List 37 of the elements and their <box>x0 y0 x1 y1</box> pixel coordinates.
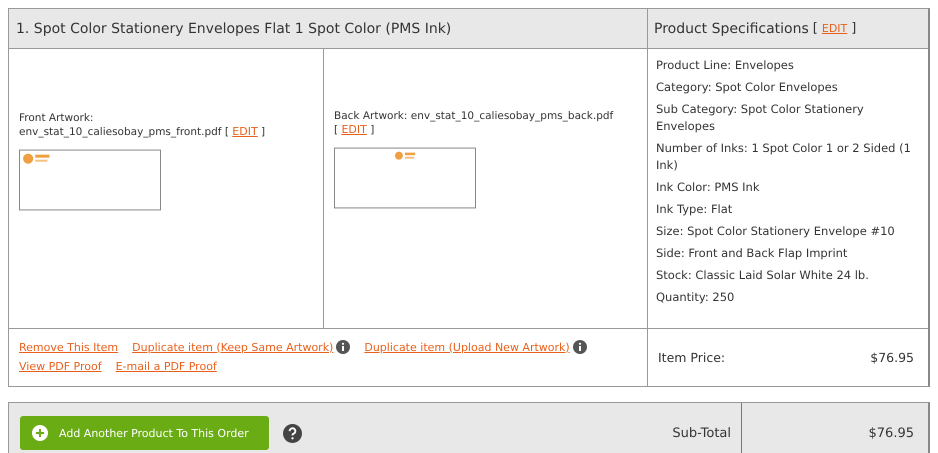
action-link[interactable]: E-mail a PDF Proof <box>116 360 217 373</box>
subtotal-label: Sub-Total <box>672 426 731 440</box>
price-label: Item Price: <box>658 350 726 365</box>
action-link[interactable]: View PDF Proof <box>19 360 102 373</box>
info-icon[interactable] <box>336 340 350 354</box>
action-link[interactable]: Duplicate item (Upload New Artwork) <box>364 340 570 354</box>
specs-title: Product Specifications <box>654 20 809 36</box>
spec-line: Category: Spot Color Envelopes <box>656 79 839 96</box>
spec-line: Quantity: 250 <box>656 289 736 306</box>
action-link[interactable]: Remove This Item <box>19 340 118 354</box>
plus-icon <box>32 425 48 441</box>
spec-line: Ink Type: Flat <box>656 201 734 218</box>
edit-link-bracket: ] <box>261 126 266 138</box>
spec-line: Number of Inks: 1 Spot Color 1 or 2 Sided (1 Ink) <box>656 140 912 174</box>
edit-link-bracket: [ <box>334 124 338 136</box>
spec-line: Size: Spot Color Stationery Envelope #10 <box>656 223 896 240</box>
help-icon[interactable] <box>282 424 302 442</box>
spec-line: Side: Front and Back Flap Imprint <box>656 245 848 262</box>
artwork-label: Back Artwork: env_stat_10_caliesobay_pms_back.pdf <box>334 110 614 122</box>
spec-line: Stock: Classic Laid Solar White 24 lb. <box>656 267 870 284</box>
edit-link-bracket: [ <box>812 21 818 36</box>
edit-link-bracket: ] <box>851 21 856 36</box>
edit-link-bracket: ] <box>370 124 374 136</box>
spec-line: Product Line: Envelopes <box>656 57 795 74</box>
subtotal-value: $76.95 <box>868 426 914 440</box>
edit-link[interactable]: EDIT <box>341 123 367 136</box>
edit-link[interactable]: EDIT <box>822 22 848 35</box>
spec-line: Ink Color: PMS Ink <box>656 179 760 196</box>
add-product-button[interactable]: Add Another Product To This Order <box>20 416 269 450</box>
edit-link-bracket: [ <box>224 126 229 138</box>
item-price: $76.95 <box>870 350 914 365</box>
edit-link[interactable]: EDIT <box>232 125 258 138</box>
action-link[interactable]: Duplicate item (Keep Same Artwork) <box>132 340 334 354</box>
spec-line: Sub Category: Spot Color Stationery Envelopes <box>656 101 865 135</box>
info-icon[interactable] <box>572 340 587 354</box>
artwork-label: Front Artwork: env_stat_10_caliesobay_pms_front.pdf <box>19 112 222 138</box>
item-title: 1. Spot Color Stationery Envelopes Flat 1 Spot Color (PMS Ink) <box>16 20 452 36</box>
